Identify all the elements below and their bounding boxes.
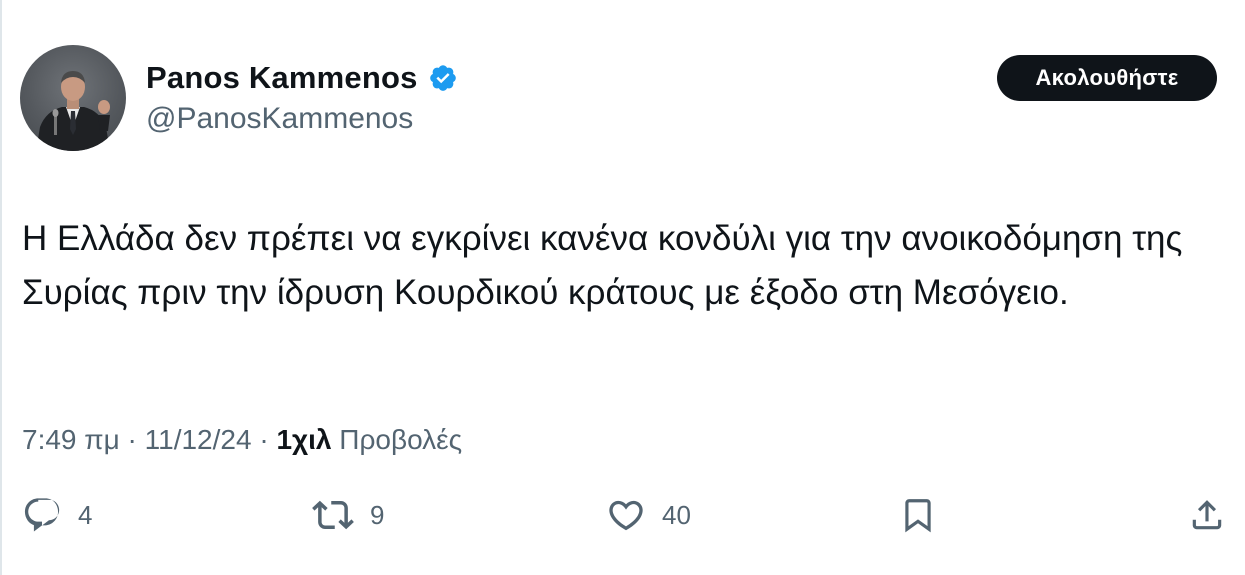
views-label[interactable]: Προβολές [339,424,462,455]
tweet-date[interactable]: 11/12/24 [145,424,252,455]
repost-button[interactable]: 9 [312,495,384,535]
panel-border [0,0,2,575]
repost-count: 9 [370,500,385,530]
author-handle[interactable]: @PanosKammenos [146,100,413,138]
tweet-time[interactable]: 7:49 πμ [22,424,120,455]
repost-icon [312,500,354,530]
meta-separator: · [259,424,269,455]
bookmark-icon [905,499,931,533]
author-name-row[interactable]: Panos Kammenos [146,58,458,98]
reply-count: 4 [78,500,93,530]
like-button[interactable]: 40 [606,495,691,535]
like-count: 40 [662,500,691,530]
share-icon [1192,500,1222,530]
bookmark-button[interactable] [899,495,937,535]
follow-button[interactable]: Ακολουθήστε [997,55,1217,101]
avatar[interactable] [20,45,126,151]
meta-separator: · [127,424,137,455]
verified-badge-icon[interactable] [428,63,458,93]
share-button[interactable] [1188,495,1226,535]
reply-icon [24,498,60,532]
avatar-photo [36,71,110,151]
tweet-text: Η Ελλάδα δεν πρέπει να εγκρίνει κανένα κ… [22,219,1183,312]
author-display-name[interactable]: Panos Kammenos [146,58,418,98]
views-count[interactable]: 1χιλ [276,424,331,455]
reply-button[interactable]: 4 [22,495,92,535]
heart-icon [609,500,643,531]
tweet-meta: 7:49 πμ · 11/12/24 · 1χιλ Προβολές [22,421,462,459]
